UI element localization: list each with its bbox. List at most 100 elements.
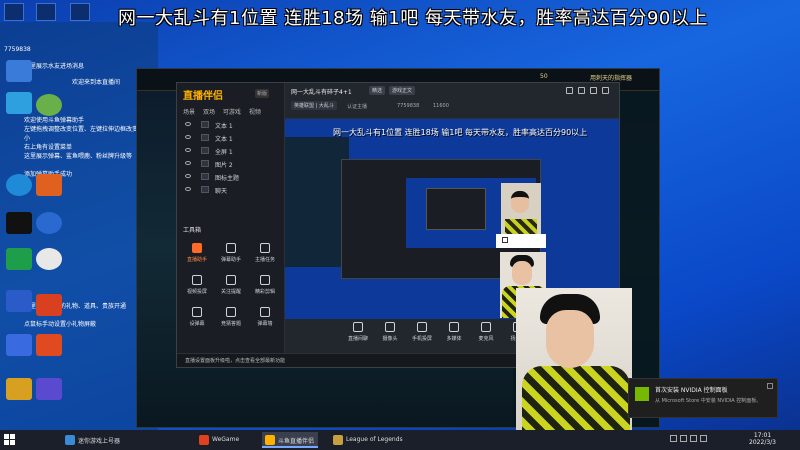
tab-scene[interactable]: 场景 (183, 109, 195, 116)
taskbar-item[interactable]: 斗鱼直播伴侣 (262, 432, 319, 448)
tab-game[interactable]: 可游戏 (223, 109, 241, 116)
game-currency: 50 (540, 73, 548, 80)
tab-video[interactable]: 视频 (249, 109, 261, 116)
chat-control[interactable]: 直播间聊 (343, 322, 373, 342)
tool-label: 精彩剪辑 (254, 289, 275, 295)
room-id: 7759838 (397, 103, 420, 109)
control-label: 手机投屏 (411, 336, 432, 342)
nvidia-icon (635, 387, 649, 401)
eye-icon[interactable] (185, 148, 191, 152)
douyu-icon (265, 435, 275, 445)
desktop-shortcut-icon[interactable] (70, 3, 90, 21)
tool-screencast[interactable]: 视频投屏 (181, 275, 213, 303)
edge-browser-icon[interactable] (6, 174, 32, 196)
eye-icon[interactable] (185, 174, 191, 178)
danmaku-setting-icon (192, 307, 202, 317)
tool-danmaku-setting[interactable]: 设弹幕 (181, 307, 213, 335)
tool-label: 设弹幕 (189, 321, 205, 327)
tool-tasks[interactable]: 主播任务 (249, 243, 281, 271)
tray-icon[interactable] (680, 435, 687, 442)
room-title[interactable]: 网一大乱斗有碎子4+1 (291, 87, 352, 96)
computer-icon[interactable] (6, 60, 32, 82)
app-shortcut-icon[interactable] (36, 378, 62, 400)
notification-title: 首次安装 NVIDIA 控制面板 (655, 387, 728, 394)
source-layer[interactable]: 图片 2 (177, 158, 284, 171)
network-icon[interactable] (6, 92, 32, 114)
desktop-shortcut-icon[interactable] (4, 3, 24, 21)
app-shortcut-icon[interactable] (36, 212, 62, 234)
room-category[interactable]: 英雄联盟 | 大乱斗 (291, 101, 337, 110)
phone-cast-control[interactable]: 手机投屏 (407, 322, 437, 342)
system-tray[interactable] (670, 435, 730, 445)
taskbar-item[interactable]: WeGame (196, 432, 243, 448)
source-layer[interactable]: 文本 1 (177, 119, 284, 132)
room-tag[interactable]: 游戏正文 (389, 86, 416, 95)
app-shortcut-icon[interactable] (36, 174, 62, 196)
eye-icon[interactable] (185, 135, 191, 139)
app-shortcut-icon[interactable] (36, 94, 62, 116)
desktop-shortcut-icon[interactable] (36, 3, 56, 21)
lock-icon[interactable] (578, 87, 585, 94)
excel-icon[interactable] (6, 248, 32, 270)
tool-danmaku[interactable]: 弹幕助手 (215, 243, 247, 271)
qq-icon[interactable] (6, 212, 32, 234)
eye-icon[interactable] (185, 161, 191, 165)
app-shortcut-icon[interactable] (36, 248, 62, 270)
close-icon[interactable] (767, 383, 773, 389)
camera-icon (385, 322, 395, 332)
tool-live-assistant[interactable]: 直播助手 (181, 243, 213, 271)
camera-control[interactable]: 摄像头 (375, 322, 405, 342)
eye-icon[interactable] (185, 122, 191, 126)
app-logo: 直播伴侣 (183, 91, 223, 102)
folder-icon[interactable] (6, 378, 32, 400)
tab-dual[interactable]: 双场 (203, 109, 215, 116)
preview-game-capture (285, 137, 349, 267)
tray-icon[interactable] (690, 435, 697, 442)
tool-quiz[interactable]: 竞猜答题 (215, 307, 247, 335)
clock[interactable]: 17:01 2022/3/3 (749, 432, 776, 446)
layer-thumb (201, 121, 209, 128)
tray-icon[interactable] (670, 435, 677, 442)
tray-icon[interactable] (700, 435, 707, 442)
gift-icon[interactable] (566, 87, 573, 94)
control-label: 麦克风 (478, 336, 494, 342)
tool-follow-alert[interactable]: 关注提醒 (215, 275, 247, 303)
wegame-icon (199, 435, 209, 445)
source-layer[interactable]: 图标主题 (177, 171, 284, 184)
preview-title-overlay: 网一大乱斗有1位置 连胜18场 输1吧 每天带水友，胜率高达百分90以上 (333, 128, 588, 137)
desktop-icons (2, 28, 62, 418)
app-shortcut-icon[interactable] (6, 334, 32, 356)
minimize-icon[interactable] (590, 87, 597, 94)
app-shortcut-icon[interactable] (36, 294, 62, 316)
tool-label: 主播任务 (254, 257, 275, 263)
tool-clips[interactable]: 精彩剪辑 (249, 275, 281, 303)
tool-label: 竞猜答题 (220, 321, 241, 327)
layer-thumb (201, 173, 209, 180)
taskbar-item[interactable]: 迷你游戏上号器 (62, 432, 124, 448)
nested-preview-3 (426, 188, 486, 230)
preview-webcam-face (511, 191, 529, 213)
layer-label: 图片 2 (215, 162, 233, 169)
stream-title-overlay: 网一大乱斗有1位置 连胜18场 输1吧 每天带水友，胜率高达百分90以上 (118, 8, 708, 29)
toolbox-title: 工具箱 (183, 227, 202, 234)
status-message[interactable]: 直播设置面板升级啦，点击查看全部最新功能 (185, 357, 285, 364)
source-layer[interactable]: 全屏 1 (177, 145, 284, 158)
source-layer[interactable]: 文本 1 (177, 132, 284, 145)
mic-control[interactable]: 麦克风 (471, 322, 501, 342)
close-icon[interactable] (502, 237, 508, 243)
windows-start-icon[interactable] (4, 434, 16, 446)
webcam-toolbar[interactable] (496, 234, 546, 248)
source-layer[interactable]: 聊天 (177, 184, 284, 197)
live-assistant-icon (192, 243, 202, 253)
app-shortcut-icon[interactable] (36, 334, 62, 356)
room-tag[interactable]: 精选 (369, 86, 386, 95)
room-number: 11600 (433, 103, 449, 109)
media-control[interactable]: 多媒体 (439, 322, 469, 342)
tasks-icon (260, 243, 270, 253)
taskbar-item[interactable]: League of Legends (330, 432, 407, 448)
close-icon[interactable] (602, 87, 609, 94)
eye-icon[interactable] (185, 187, 191, 191)
word-icon[interactable] (6, 290, 32, 312)
nvidia-notification[interactable]: 首次安装 NVIDIA 控制面板 从 Microsoft Store 中安装 N… (628, 378, 778, 418)
tool-danmaku-wall[interactable]: 弹幕墙 (249, 307, 281, 335)
